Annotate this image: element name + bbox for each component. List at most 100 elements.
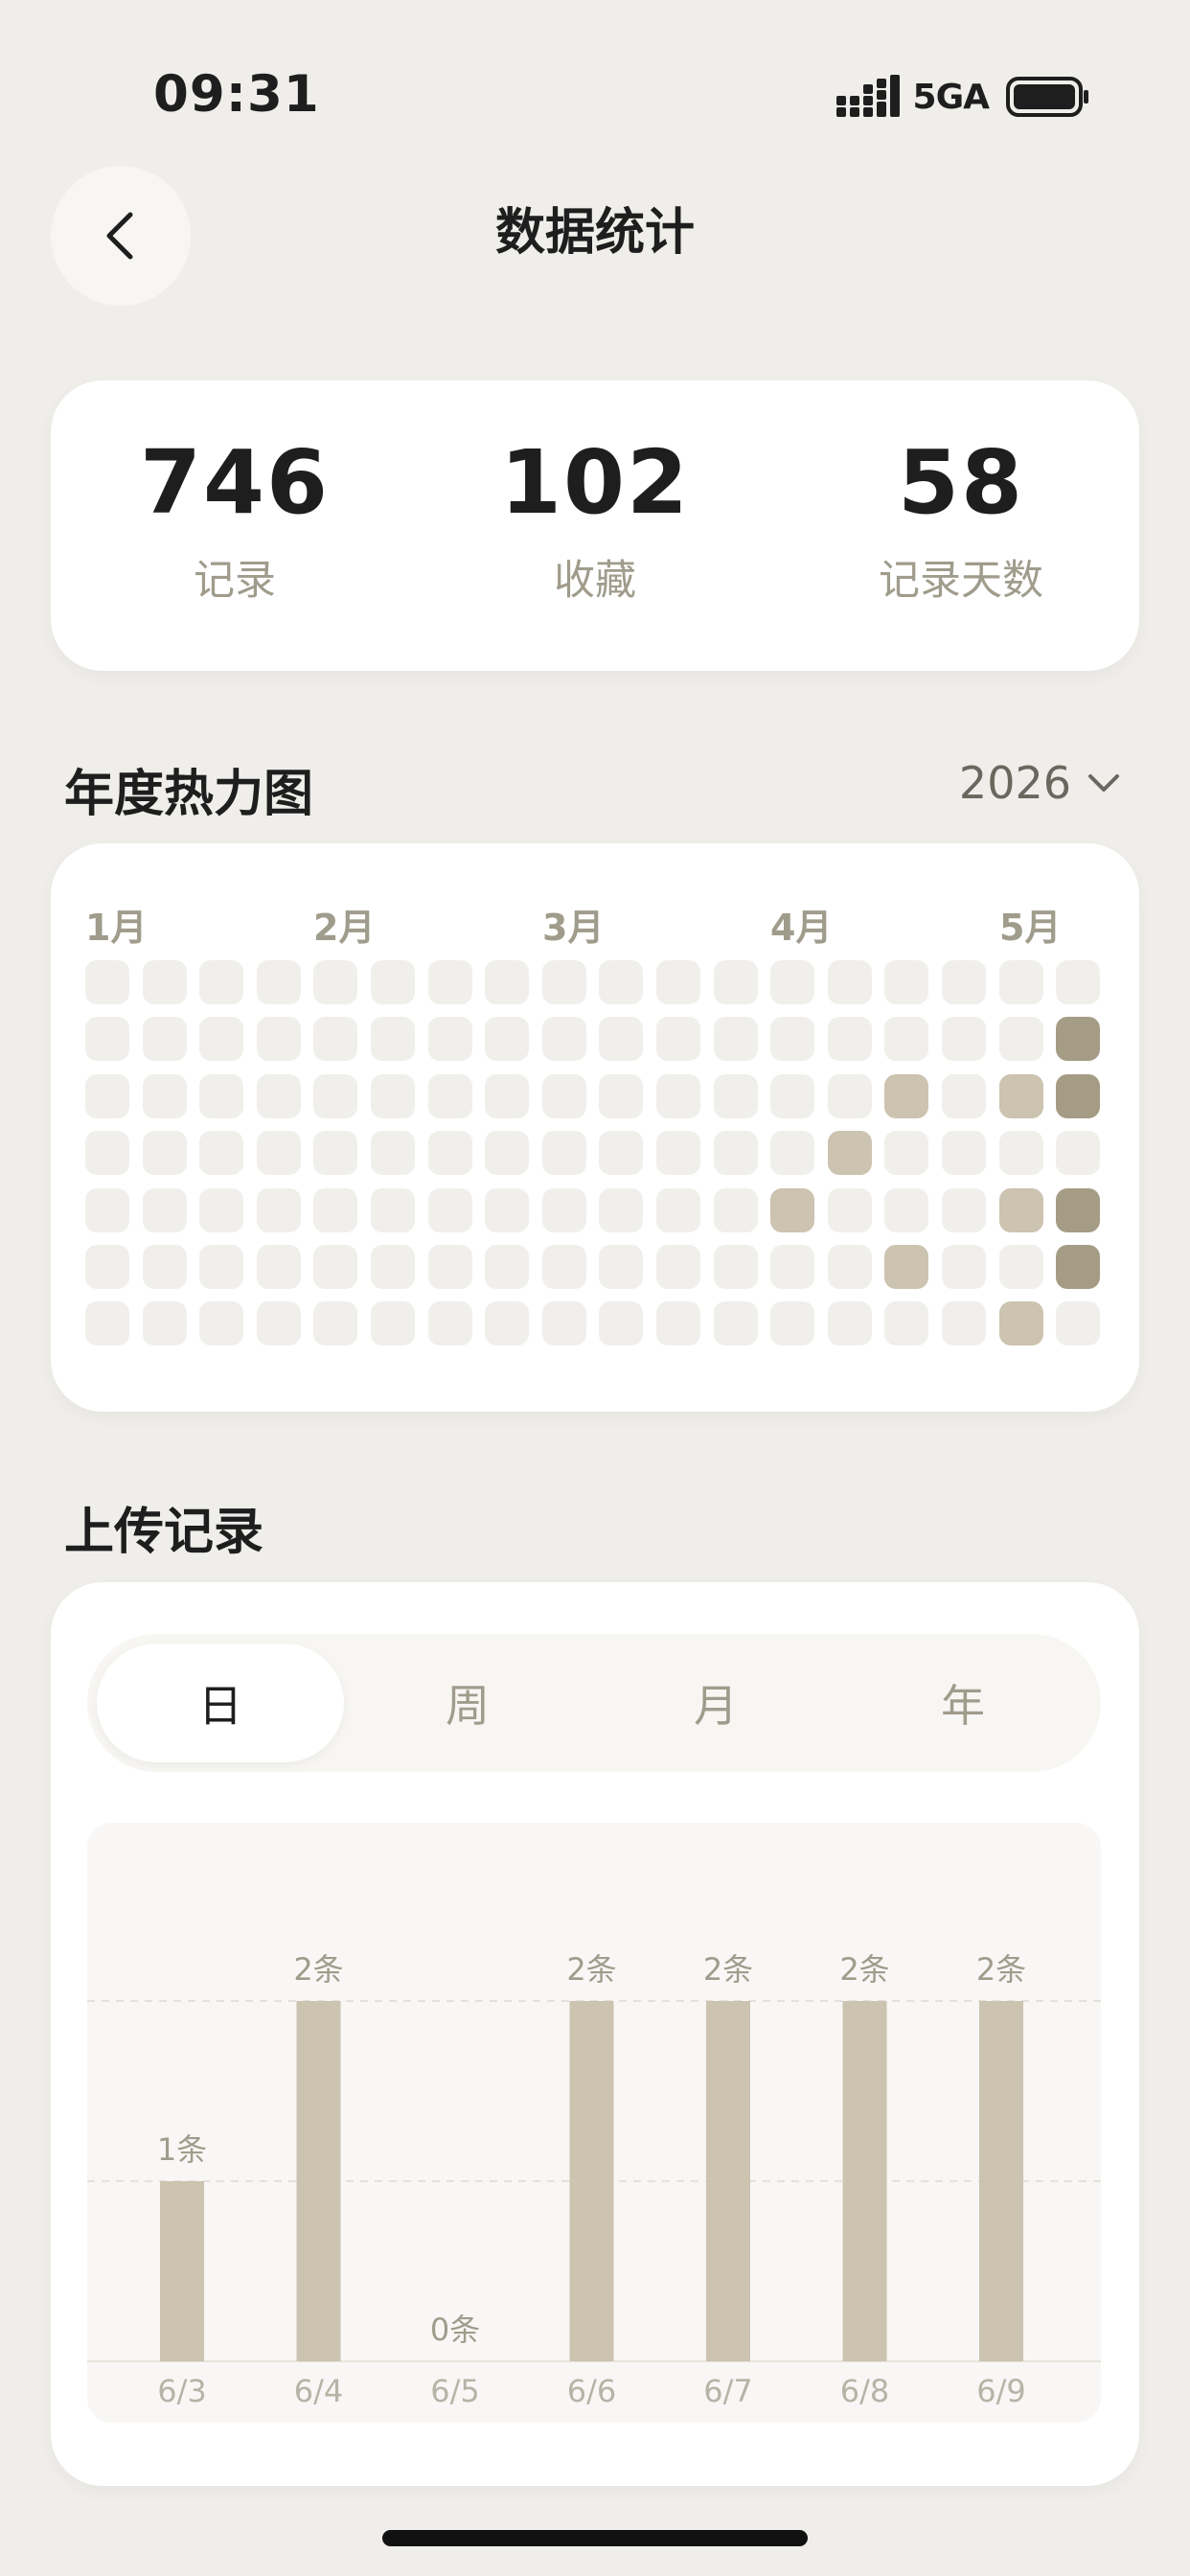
heatmap-card: 1月 2月 3月 4月 5月: [51, 843, 1139, 1412]
heatmap-cell: [1056, 1245, 1100, 1289]
heatmap-cell: [942, 1074, 986, 1118]
heatmap-cell: [828, 1301, 872, 1346]
heatmap-cell: [1056, 960, 1100, 1004]
heatmap-cell: [714, 1188, 758, 1232]
bar-data-label: 2条: [976, 1951, 1026, 1988]
heatmap-cell: [1056, 1188, 1100, 1232]
heatmap-cell: [257, 960, 301, 1004]
bar-data-label: 2条: [839, 1951, 889, 1988]
heatmap-cell: [199, 1301, 243, 1346]
heatmap-cell: [485, 1301, 529, 1346]
tab-day[interactable]: 日: [97, 1644, 344, 1762]
bar-data-label: 2条: [566, 1951, 616, 1988]
month-label: 3月: [542, 907, 605, 949]
heatmap-cell: [542, 1245, 586, 1289]
heatmap-cell: [542, 1131, 586, 1175]
heatmap-cell: [714, 1245, 758, 1289]
bar: [706, 2001, 750, 2361]
heatmap-cell: [371, 1188, 415, 1232]
heatmap-cell: [428, 960, 472, 1004]
stat-value: 102: [499, 431, 691, 534]
bar: [569, 2001, 614, 2361]
status-indicators: 5GA: [835, 75, 1090, 119]
heatmap-cell: [85, 1074, 129, 1118]
heatmap-cell: [143, 1017, 187, 1061]
heatmap-cell: [85, 1301, 129, 1346]
heatmap-cell: [1056, 1017, 1100, 1061]
heatmap-cell: [428, 1017, 472, 1061]
heatmap-cell: [313, 1188, 357, 1232]
heatmap-cell: [942, 960, 986, 1004]
heatmap-cell: [485, 960, 529, 1004]
page-title: 数据统计: [494, 204, 695, 262]
heatmap-cell: [542, 1017, 586, 1061]
x-tick-label: 6/9: [976, 2373, 1026, 2409]
bar-data-label: 2条: [293, 1951, 343, 1988]
heatmap-cell: [85, 1131, 129, 1175]
heatmap-cell: [313, 1074, 357, 1118]
battery-icon: [1006, 77, 1088, 117]
heatmap-cell: [884, 1131, 928, 1175]
home-indicator: [382, 2530, 808, 2546]
heatmap-cell: [770, 1074, 814, 1118]
heatmap-cell: [257, 1245, 301, 1289]
heatmap-cell: [1056, 1131, 1100, 1175]
stat-label: 记录: [194, 557, 276, 605]
heatmap-cell: [199, 1074, 243, 1118]
heatmap-cell: [770, 960, 814, 1004]
heatmap-cell: [257, 1188, 301, 1232]
heatmap-cell: [942, 1301, 986, 1346]
heatmap-cell: [542, 960, 586, 1004]
heatmap-cell: [884, 1301, 928, 1346]
heatmap-cell: [828, 1245, 872, 1289]
heatmap-cell: [656, 960, 700, 1004]
heatmap-cell: [599, 960, 643, 1004]
heatmap-cell: [884, 960, 928, 1004]
heatmap-cell: [1056, 1074, 1100, 1118]
heatmap-cell: [999, 1245, 1043, 1289]
heatmap-cell: [428, 1074, 472, 1118]
heatmap-cell: [942, 1131, 986, 1175]
heatmap-cell: [942, 1017, 986, 1061]
heatmap-cell: [599, 1188, 643, 1232]
tab-month[interactable]: 月: [592, 1644, 839, 1762]
heatmap-cell: [599, 1245, 643, 1289]
heatmap-cell: [371, 1245, 415, 1289]
bar-data-label: 0条: [430, 2312, 480, 2348]
year-select[interactable]: 2026: [959, 757, 1123, 809]
heatmap-cell: [599, 1074, 643, 1118]
stat-value: 58: [897, 431, 1025, 534]
tab-year[interactable]: 年: [839, 1644, 1087, 1762]
heatmap-cell: [313, 1301, 357, 1346]
x-tick-label: 6/8: [840, 2373, 890, 2409]
network-label: 5GA: [912, 77, 990, 117]
heatmap-cell: [599, 1017, 643, 1061]
heatmap-cell: [828, 1131, 872, 1175]
heatmap-cell: [656, 1301, 700, 1346]
status-time: 09:31: [153, 65, 320, 124]
heatmap-cell: [828, 1017, 872, 1061]
x-tick-label: 6/6: [567, 2373, 617, 2409]
heatmap-cell: [770, 1301, 814, 1346]
heatmap-cell: [1056, 1301, 1100, 1346]
heatmap-cell: [257, 1017, 301, 1061]
heatmap-cell: [85, 1245, 129, 1289]
heatmap-cell: [656, 1074, 700, 1118]
bar: [296, 2001, 341, 2361]
heatmap-cell: [884, 1017, 928, 1061]
heatmap-cell: [656, 1188, 700, 1232]
heatmap-cell: [143, 1074, 187, 1118]
heatmap-cell: [371, 1131, 415, 1175]
heatmap-cell: [999, 960, 1043, 1004]
heatmap-cell: [371, 1301, 415, 1346]
x-tick-label: 6/5: [430, 2373, 480, 2409]
heatmap-cell: [714, 1301, 758, 1346]
tab-week[interactable]: 周: [344, 1644, 591, 1762]
bar: [979, 2001, 1023, 2361]
bar-data-label: 2条: [703, 1951, 753, 1988]
heatmap-cell: [884, 1245, 928, 1289]
stat-label: 收藏: [554, 557, 636, 605]
heatmap-cell: [313, 1245, 357, 1289]
heatmap-cell: [884, 1188, 928, 1232]
x-tick-label: 6/4: [294, 2373, 344, 2409]
